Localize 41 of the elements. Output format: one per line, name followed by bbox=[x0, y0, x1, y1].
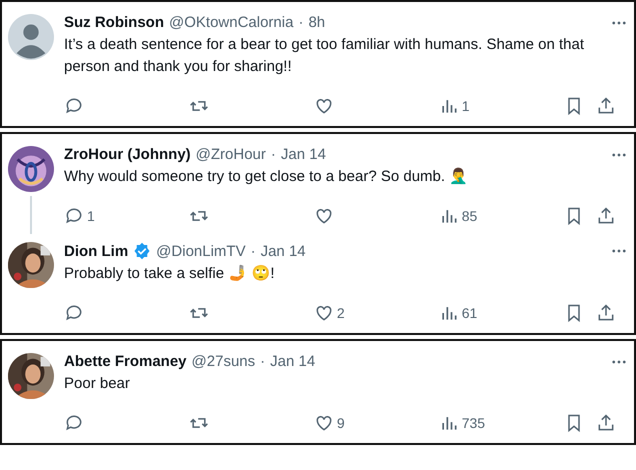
share-icon[interactable] bbox=[596, 206, 616, 226]
like-count: 9 bbox=[336, 415, 345, 431]
author-handle[interactable]: @DionLimTV bbox=[156, 242, 246, 260]
heart-icon[interactable] bbox=[314, 96, 334, 116]
share-icon[interactable] bbox=[596, 413, 616, 433]
heart-icon[interactable] bbox=[314, 303, 334, 323]
post-text: Probably to take a selfie 🤳 🙄! bbox=[64, 264, 276, 284]
post-time[interactable]: Jan 14 bbox=[280, 146, 326, 163]
post-text: Why would someone try to get close to a bear? So dumb. 🤦‍♂ bbox=[64, 166, 470, 187]
heart-icon[interactable] bbox=[314, 413, 334, 433]
reply-count: 1 bbox=[87, 208, 95, 224]
views-count: 735 bbox=[462, 415, 486, 431]
author-name[interactable]: Dion Lim bbox=[64, 242, 128, 260]
author-handle[interactable]: @OKtownCalornia bbox=[169, 14, 294, 31]
author-handle[interactable]: @ZroHour bbox=[196, 146, 266, 163]
dot-separator: · bbox=[250, 242, 256, 260]
dot-separator: · bbox=[260, 353, 266, 370]
thread-line bbox=[30, 196, 32, 234]
author-name[interactable]: ZroHour (Johnny) bbox=[64, 146, 191, 163]
post-time[interactable]: Jan 14 bbox=[270, 353, 316, 370]
post-time[interactable]: 8h bbox=[308, 14, 326, 31]
views-count: 1 bbox=[462, 98, 470, 114]
reply-icon[interactable] bbox=[64, 303, 84, 323]
post-time[interactable]: Jan 14 bbox=[260, 242, 306, 260]
reply-icon[interactable] bbox=[64, 96, 84, 116]
author-handle[interactable]: @27suns bbox=[192, 353, 256, 370]
post-text: It’s a death sentence for a bear to get too familiar with humans. Shame on that person and thank you for sharing!! bbox=[64, 35, 586, 77]
heart-icon[interactable] bbox=[314, 206, 334, 226]
views-count: 61 bbox=[462, 305, 478, 321]
reply-icon[interactable] bbox=[64, 206, 84, 226]
author-name[interactable]: Suz Robinson bbox=[64, 14, 164, 31]
author-name[interactable]: Abette Fromaney bbox=[64, 353, 187, 370]
dot-separator: · bbox=[298, 14, 304, 31]
like-count: 2 bbox=[336, 305, 345, 321]
post-text: Poor bear bbox=[64, 374, 131, 394]
reply-icon[interactable] bbox=[64, 413, 84, 433]
share-icon[interactable] bbox=[596, 303, 616, 323]
views-count: 85 bbox=[462, 208, 478, 224]
share-icon[interactable] bbox=[596, 96, 616, 116]
avatar-icon[interactable] bbox=[8, 146, 54, 192]
dot-separator: · bbox=[270, 146, 276, 163]
